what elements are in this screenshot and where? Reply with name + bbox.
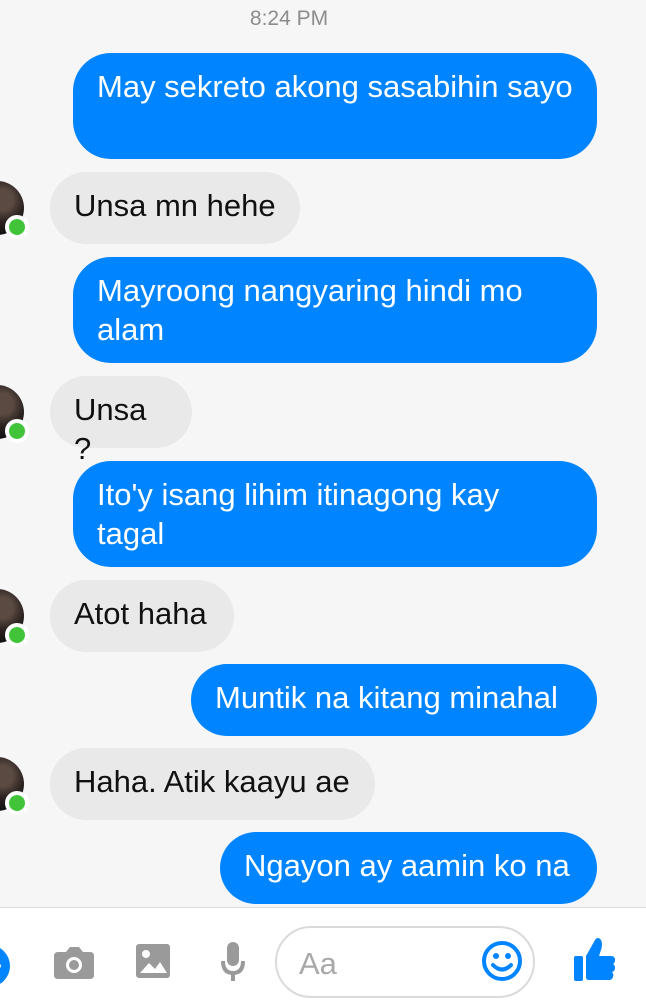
message-composer: Aa [0,907,646,1008]
message-input[interactable]: Aa [275,926,535,998]
online-status-indicator [5,791,29,815]
incoming-message[interactable]: Atot haha [50,580,234,652]
image-icon[interactable] [134,942,172,980]
contact-avatar[interactable] [0,181,29,239]
add-icon[interactable] [0,944,13,988]
outgoing-message[interactable]: Ito'y isang lihim itinagong kay tagal [73,461,597,567]
like-icon[interactable] [572,936,616,984]
outgoing-message[interactable]: Ngayon ay aamin ko na [220,832,597,904]
message-timestamp: 8:24 PM [249,7,329,30]
messenger-chat-screen: 8:24 PM May sekreto akong sasabihin sayo… [0,0,646,1008]
incoming-message[interactable]: Unsa ? [50,376,192,466]
outgoing-message[interactable]: Mayroong nangyaring hindi mo alam [73,257,597,363]
contact-avatar[interactable] [0,589,29,647]
microphone-icon[interactable] [219,940,247,984]
online-status-indicator [5,419,29,443]
incoming-message[interactable]: Haha. Atik kaayu ae [50,748,375,820]
outgoing-message[interactable]: Muntik na kitang minahal [191,664,597,736]
outgoing-message[interactable]: May sekreto akong sasabihin sayo [73,53,597,159]
contact-avatar[interactable] [0,385,29,443]
incoming-message[interactable]: Unsa mn hehe [50,172,300,244]
message-input-placeholder: Aa [299,946,337,981]
camera-icon[interactable] [52,944,96,980]
emoji-icon[interactable] [481,940,523,982]
contact-avatar[interactable] [0,757,29,815]
online-status-indicator [5,623,29,647]
online-status-indicator [5,215,29,239]
